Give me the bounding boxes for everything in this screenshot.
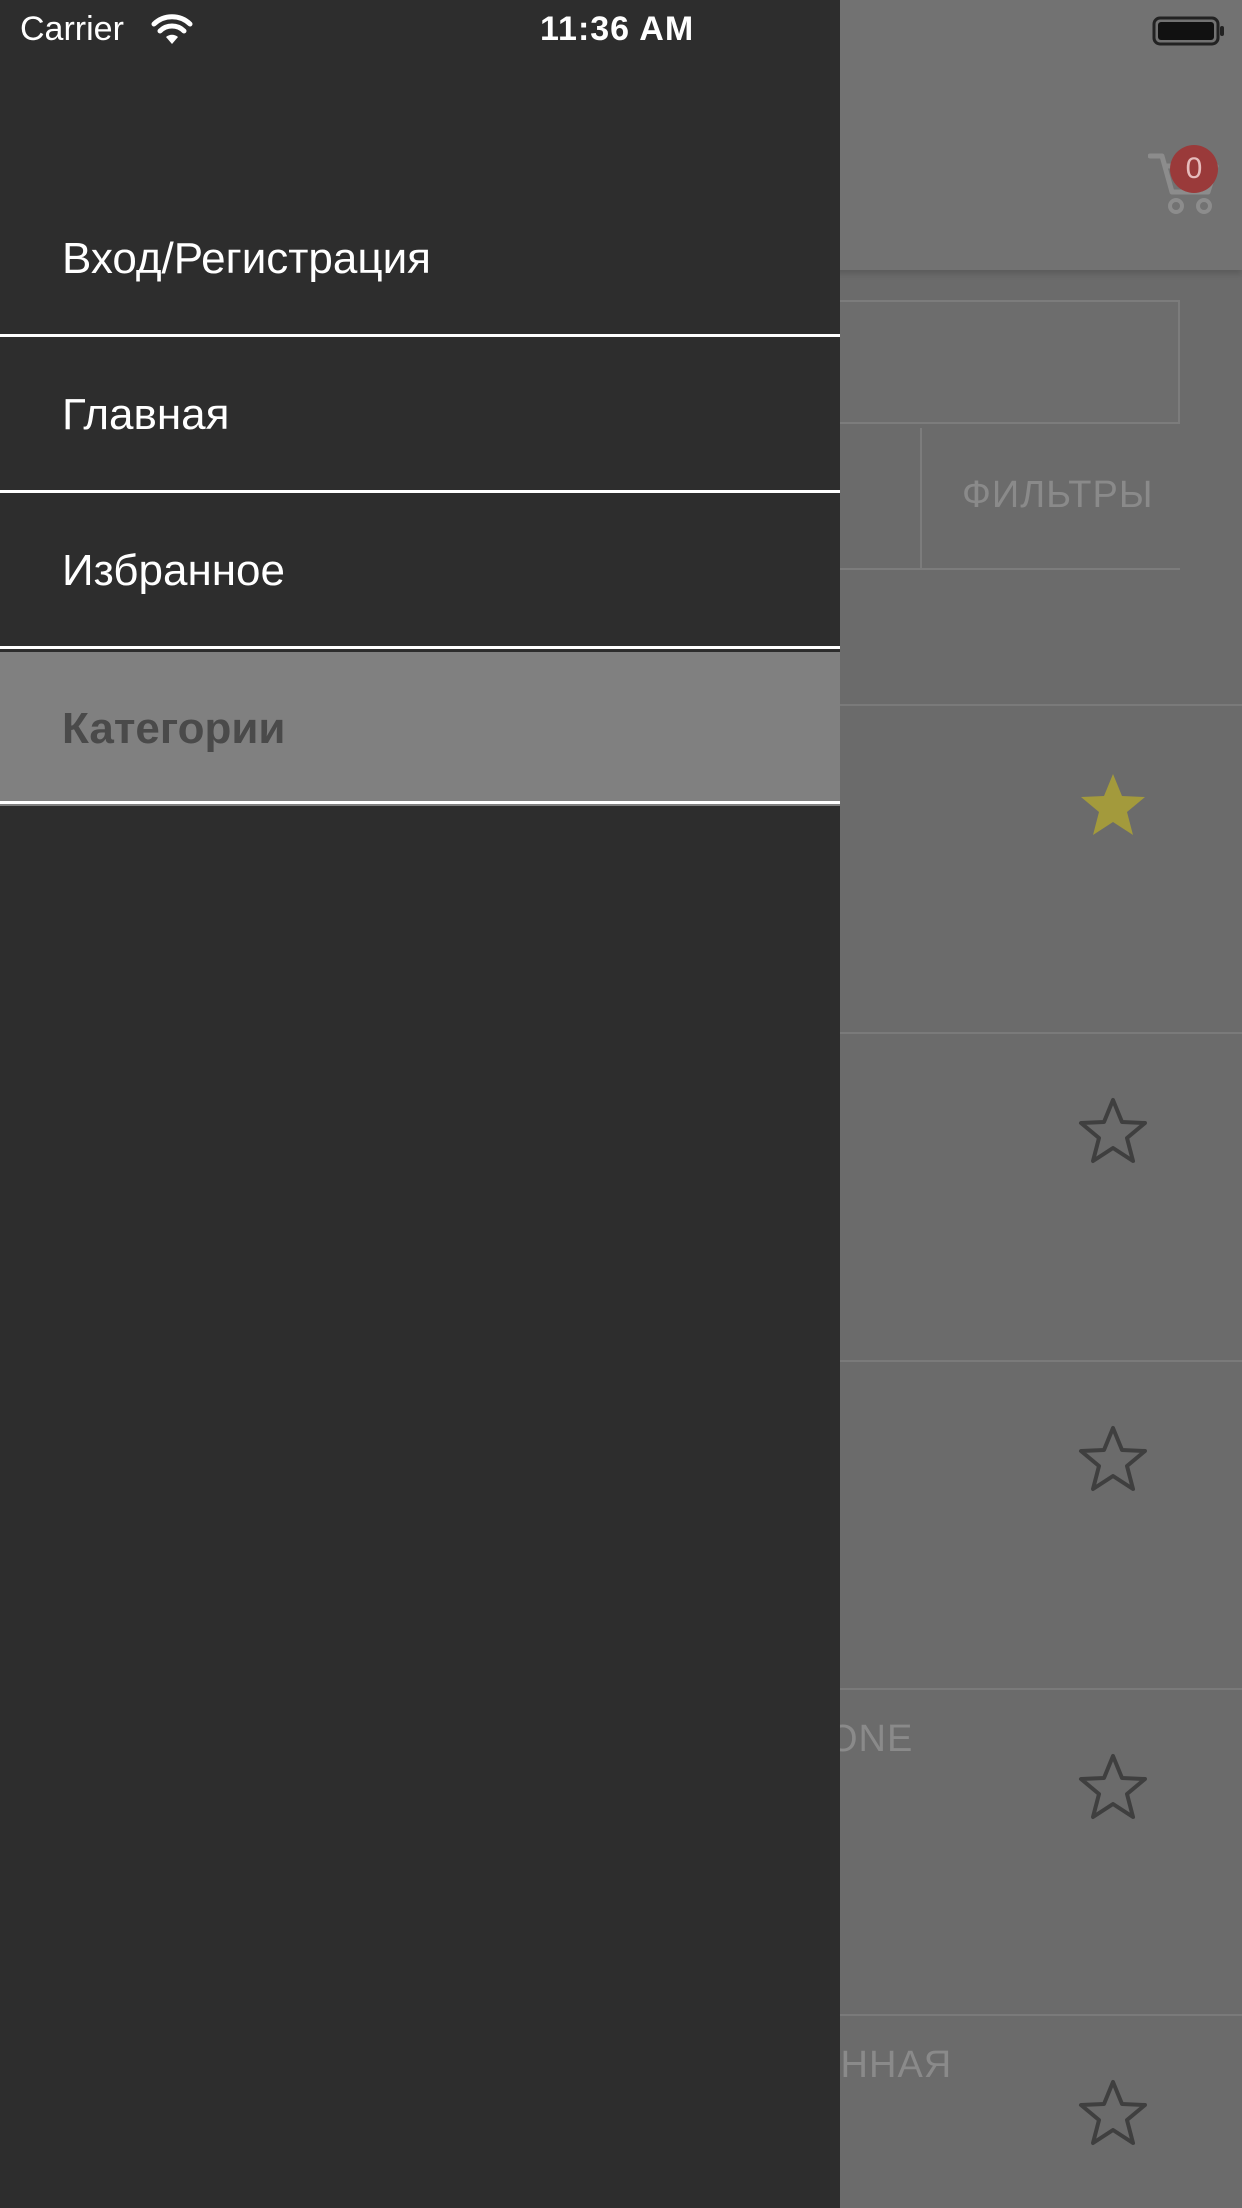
list-divider: [840, 1360, 1242, 1362]
list-divider: [840, 1032, 1242, 1034]
carrier-label: Carrier: [20, 10, 124, 48]
clock: 11:36 AM: [540, 10, 695, 48]
menu-item-home[interactable]: Главная: [0, 338, 840, 492]
product-title: ONE: [828, 1718, 914, 1760]
side-drawer: Вход/Регистрация Главная Избранное Катег…: [0, 0, 840, 2208]
favorite-star-icon[interactable]: [1078, 1424, 1148, 1494]
wifi-icon: [151, 14, 193, 44]
list-divider: [840, 2014, 1242, 2016]
menu-divider: [0, 646, 840, 649]
battery-icon: [1152, 16, 1224, 46]
filters-button[interactable]: ФИЛЬТРЫ: [962, 474, 1153, 517]
menu-item-favorites[interactable]: Избранное: [0, 494, 840, 648]
menu-item-label: Главная: [62, 390, 230, 439]
favorite-star-filled-icon[interactable]: [1078, 770, 1148, 840]
menu-divider: [0, 334, 840, 337]
filters-divider: [920, 428, 922, 568]
favorite-star-icon[interactable]: [1078, 1096, 1148, 1166]
favorite-star-icon[interactable]: [1078, 1752, 1148, 1822]
cart-badge: 0: [1170, 145, 1218, 193]
menu-item-label: Категории: [62, 704, 286, 753]
status-bar: Carrier 11:36 AM: [0, 0, 1242, 60]
list-divider: [840, 1688, 1242, 1690]
list-divider: [840, 704, 1242, 706]
menu-item-categories[interactable]: Категории: [0, 652, 840, 806]
menu-item-label: Вход/Регистрация: [62, 234, 431, 283]
menu-item-login[interactable]: Вход/Регистрация: [0, 182, 840, 336]
menu-divider: [0, 801, 840, 804]
favorite-star-icon[interactable]: [1078, 2078, 1148, 2148]
menu-item-label: Избранное: [62, 546, 285, 595]
menu-divider: [0, 490, 840, 493]
